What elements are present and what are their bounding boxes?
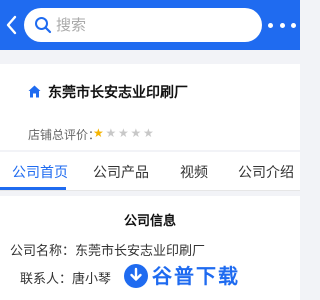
tab-video[interactable]: 视频 — [180, 162, 208, 182]
home-icon — [28, 85, 41, 98]
rating-label: 店铺总评价： — [28, 128, 101, 142]
shop-name: 东莞市长安志业印刷厂 — [48, 85, 188, 101]
more-menu-button[interactable] — [268, 19, 296, 31]
search-input[interactable] — [56, 14, 252, 36]
more-dot — [279, 22, 285, 28]
tab-bar: 公司首页 公司产品 视频 公司介绍 — [0, 152, 300, 191]
more-dots-icon — [268, 22, 273, 28]
shop-card: 东莞市长安志业印刷厂 店铺总评价： ★ ★ ★ ★ ★ — [0, 64, 300, 150]
search-box[interactable] — [24, 8, 262, 42]
download-logo-icon — [124, 264, 148, 288]
star-filled-icon: ★ — [93, 126, 104, 140]
company-name-row: 公司名称：东莞市长安志业印刷厂 — [10, 244, 206, 259]
search-icon — [35, 17, 52, 34]
company-info-title: 公司信息 — [123, 214, 176, 229]
star-empty-icon: ★ — [143, 126, 154, 140]
tab-home[interactable]: 公司首页 — [12, 162, 68, 182]
star-empty-icon: ★ — [118, 126, 129, 140]
more-dot — [291, 22, 296, 28]
star-empty-icon: ★ — [105, 126, 117, 140]
watermark-text: 谷普下载 — [152, 264, 240, 288]
star-empty-icon: ★ — [130, 126, 142, 140]
contact-person-row: 联系人：唐小琴 — [20, 272, 112, 287]
tab-products[interactable]: 公司产品 — [93, 162, 149, 182]
rating-stars: ★ ★ ★ ★ ★ — [93, 127, 156, 139]
top-bar — [0, 0, 300, 50]
chevron-left-icon — [6, 15, 17, 35]
watermark-logo: 谷普下载 — [122, 258, 300, 300]
active-tab-indicator — [0, 187, 66, 190]
tab-about[interactable]: 公司介绍 — [238, 162, 294, 182]
back-button[interactable] — [2, 12, 20, 38]
